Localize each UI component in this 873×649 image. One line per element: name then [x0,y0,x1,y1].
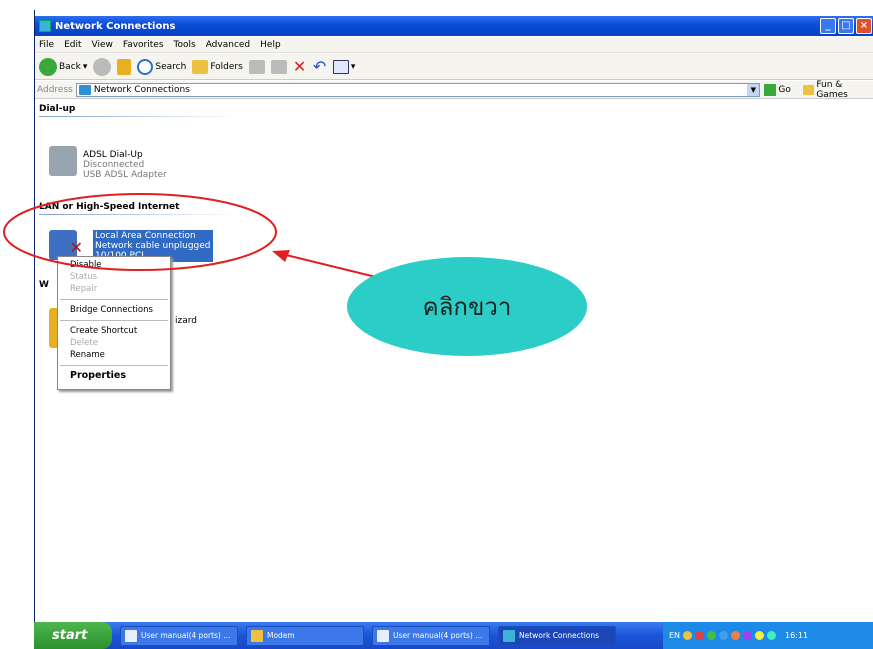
annotation-arrowhead [272,250,290,262]
system-tray: EN 16:11 [663,622,873,649]
tray-icon[interactable] [683,631,693,640]
network-icon [503,629,515,642]
clock[interactable]: 16:11 [785,631,808,640]
document-icon [377,629,389,642]
task-label: User manual(4 ports) ... [141,631,231,640]
start-label: start [52,628,88,643]
tray-icon[interactable] [767,631,777,640]
task-network-connections[interactable]: Network Connections [498,625,616,646]
task-label: Modem [267,631,295,640]
tray-icon[interactable] [743,631,753,640]
tray-icon[interactable] [719,631,729,640]
taskbar: start User manual(4 ports) ... Modem Use… [34,622,873,649]
annotation-bubble: คลิกขวา [347,257,587,356]
task-user-manual-1[interactable]: User manual(4 ports) ... [120,625,238,646]
tray-icon[interactable] [731,631,741,640]
annotation-arrow-line [281,253,381,279]
task-label: User manual(4 ports) ... [393,631,483,640]
tray-icon[interactable] [707,631,717,640]
document-icon [125,629,137,642]
highlight-ellipse [3,193,277,271]
folder-icon [251,629,263,642]
tray-icon[interactable] [755,631,765,640]
tray-icon[interactable] [695,631,705,640]
task-label: Network Connections [519,631,600,640]
task-user-manual-2[interactable]: User manual(4 ports) ... [372,625,490,646]
start-button[interactable]: start [34,622,112,649]
language-indicator[interactable]: EN [669,631,680,640]
task-modem[interactable]: Modem [246,625,364,646]
annotation-text: คลิกขวา [422,293,512,321]
